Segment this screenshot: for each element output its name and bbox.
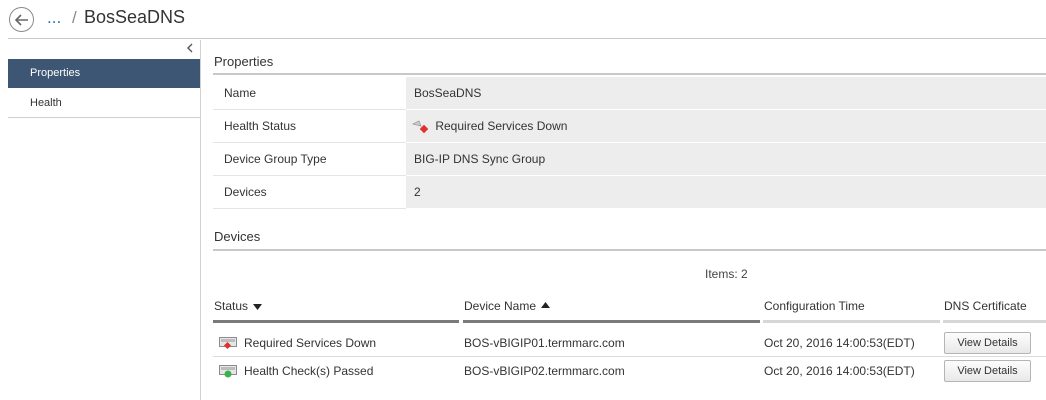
page-title: BosSeaDNS	[84, 7, 186, 27]
property-label: Name	[213, 77, 406, 110]
column-divider-status	[213, 320, 459, 323]
property-row-health-status: Health Status Required Services Down	[213, 110, 1046, 143]
sort-descending-icon	[253, 304, 263, 310]
property-label: Health Status	[213, 110, 406, 143]
table-row: Health Check(s) Passed BOS-vBIGIP02.term…	[213, 357, 1046, 385]
status-cell: Health Check(s) Passed	[244, 364, 374, 378]
arrow-left-icon	[14, 13, 28, 26]
property-label: Device Group Type	[213, 143, 406, 176]
column-divider-configuration-time	[763, 320, 940, 323]
nav-item-health[interactable]: Health	[8, 89, 200, 118]
devices-section-divider	[213, 249, 1046, 251]
column-header-status[interactable]: Status	[214, 299, 263, 313]
health-status-text: Required Services Down	[435, 119, 568, 133]
header: ... / BosSeaDNS	[0, 0, 1046, 40]
column-header-label: Status	[214, 299, 249, 313]
configuration-time-cell: Oct 20, 2016 14:00:53(EDT)	[764, 336, 915, 350]
sort-ascending-icon	[541, 302, 551, 308]
property-value-health: Required Services Down	[406, 110, 1046, 143]
configuration-time-cell: Oct 20, 2016 14:00:53(EDT)	[764, 364, 915, 378]
device-name-cell[interactable]: BOS-vBIGIP01.termmarc.com	[464, 329, 625, 357]
breadcrumb-ellipsis[interactable]: ...	[47, 8, 61, 28]
property-value: 2	[406, 176, 1046, 209]
app-window: ... / BosSeaDNS Properties Health Proper…	[0, 0, 1046, 400]
column-header-dns-certificate[interactable]: DNS Certificate	[944, 299, 1027, 313]
properties-section-title: Properties	[214, 54, 274, 69]
left-nav: Properties Health	[8, 40, 201, 400]
column-divider-dns-certificate	[943, 320, 1046, 323]
required-services-down-icon	[411, 120, 429, 134]
back-button[interactable]	[9, 7, 34, 32]
devices-section-title: Devices	[214, 229, 261, 244]
breadcrumb-separator: /	[72, 8, 77, 27]
header-divider	[8, 38, 1046, 39]
property-label: Devices	[213, 176, 406, 209]
chevron-left-icon[interactable]	[184, 41, 196, 55]
status-cell: Required Services Down	[244, 336, 377, 350]
view-details-button[interactable]: View Details	[944, 332, 1031, 354]
column-divider-device-name	[463, 320, 760, 323]
table-row: Required Services Down BOS-vBIGIP01.term…	[213, 329, 1046, 357]
view-details-button[interactable]: View Details	[944, 360, 1031, 382]
device-name-cell[interactable]: BOS-vBIGIP02.termmarc.com	[464, 357, 625, 385]
red-diamond-status-icon	[219, 337, 237, 350]
property-value: BIG-IP DNS Sync Group	[406, 143, 1046, 176]
column-header-label: Device Name	[464, 299, 537, 313]
property-row-devices: Devices 2	[213, 176, 1046, 209]
property-row-name: Name BosSeaDNS	[213, 77, 1046, 110]
nav-item-properties[interactable]: Properties	[8, 59, 200, 88]
column-header-device-name[interactable]: Device Name	[464, 299, 551, 313]
property-value: BosSeaDNS	[406, 77, 1046, 110]
property-row-device-group-type: Device Group Type BIG-IP DNS Sync Group	[213, 143, 1046, 176]
items-count: Items: 2	[705, 267, 748, 281]
green-dot-status-icon	[219, 365, 237, 378]
column-header-configuration-time[interactable]: Configuration Time	[764, 299, 865, 313]
properties-section-divider	[213, 73, 1046, 75]
